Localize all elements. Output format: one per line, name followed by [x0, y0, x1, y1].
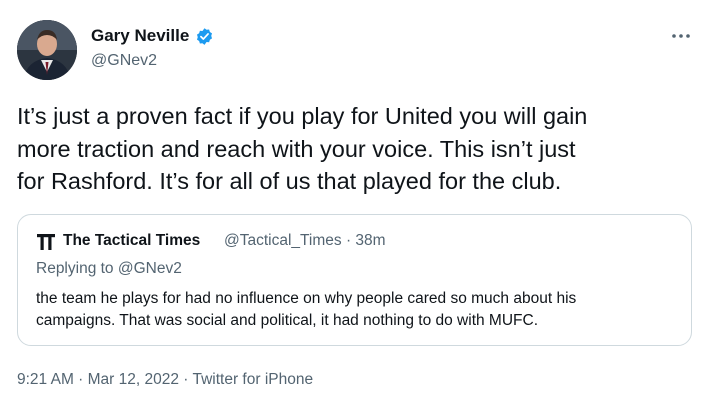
tweet-text-line: for Rashford. It’s for all of us that pl… — [17, 168, 562, 194]
quoted-text-line: the team he plays for had no influence o… — [36, 290, 577, 307]
replying-to: Replying to @GNev2 — [36, 260, 182, 278]
author-handle[interactable]: @GNev2 — [91, 52, 157, 70]
replying-to-prefix: Replying to — [36, 260, 118, 277]
quoted-text-line: campaigns. That was social and political… — [36, 312, 538, 329]
more-options-icon[interactable] — [670, 30, 692, 42]
quoted-author-meta: @Tactical_Times · 38m — [224, 232, 386, 249]
tweet-timestamp[interactable]: 9:21 AM · Mar 12, 2022 · Twitter for iPh… — [17, 371, 313, 389]
verified-badge-icon — [196, 28, 213, 45]
avatar-image — [17, 20, 77, 80]
quoted-tweet[interactable]: The Tactical Times @Tactical_Times · 38m… — [17, 214, 692, 346]
replying-to-mention[interactable]: @GNev2 — [118, 260, 182, 277]
tweet-text: It’s just a proven fact if you play for … — [17, 100, 707, 198]
quoted-tweet-text: the team he plays for had no influence o… — [36, 288, 686, 332]
avatar[interactable] — [17, 20, 77, 80]
author-display-name[interactable]: Gary Neville — [91, 26, 189, 46]
tweet-text-line: It’s just a proven fact if you play for … — [17, 103, 588, 129]
tweet-text-line: more traction and reach with your voice.… — [17, 135, 576, 162]
tweet-card: Gary Neville @GNev2 It’s just a proven f… — [0, 0, 720, 405]
tactical-times-logo-icon — [37, 234, 55, 250]
quoted-author-name: The Tactical Times — [63, 232, 201, 249]
